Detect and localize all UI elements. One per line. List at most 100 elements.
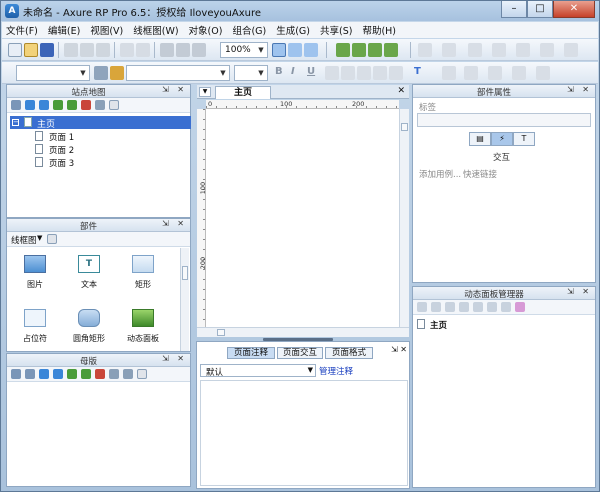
panel-controls[interactable]: ⇲ ✕ bbox=[391, 345, 407, 354]
move-up-icon[interactable] bbox=[39, 369, 49, 379]
line-color-icon[interactable] bbox=[442, 43, 456, 57]
menu-file[interactable]: 文件(F) bbox=[6, 23, 38, 37]
menu-edit[interactable]: 编辑(E) bbox=[48, 23, 80, 37]
chevron-down-icon[interactable]: ▼ bbox=[37, 234, 42, 242]
line-style-icon[interactable] bbox=[492, 43, 506, 57]
panel-controls[interactable]: ⇲ ✕ bbox=[162, 85, 187, 94]
tab-page-notes[interactable]: 页面注释 bbox=[227, 347, 275, 359]
align-right-icon[interactable] bbox=[357, 66, 371, 80]
open-folder-icon[interactable] bbox=[24, 43, 38, 57]
panel-controls[interactable]: ⇲ ✕ bbox=[567, 85, 592, 94]
minimize-button[interactable]: – bbox=[501, 1, 527, 18]
distribute-icon[interactable] bbox=[192, 43, 206, 57]
manage-notes-link[interactable]: 管理注释 bbox=[319, 365, 353, 377]
connector-mode-icon[interactable] bbox=[288, 43, 302, 57]
font-family-select[interactable]: ▼ bbox=[126, 65, 230, 81]
zoom-select[interactable]: 100% ▼ bbox=[220, 42, 268, 58]
padding-icon[interactable] bbox=[512, 66, 526, 80]
new-file-icon[interactable] bbox=[8, 43, 22, 57]
align-center-icon[interactable] bbox=[341, 66, 355, 80]
tree-root-home[interactable]: − 主页 bbox=[10, 116, 191, 130]
menu-help[interactable]: 帮助(H) bbox=[362, 23, 396, 37]
font-size-select[interactable]: ▼ bbox=[234, 65, 268, 81]
canvas-vertical-scrollbar[interactable] bbox=[399, 109, 409, 327]
tab-page-interactions[interactable]: 页面交互 bbox=[277, 347, 323, 359]
label-input[interactable] bbox=[417, 113, 591, 127]
close-button[interactable]: ✕ bbox=[553, 1, 595, 18]
font-color-button[interactable]: T bbox=[414, 66, 421, 77]
widget-rectangle[interactable]: 矩形 bbox=[117, 255, 169, 290]
more-tools-icon[interactable] bbox=[564, 43, 578, 57]
page-props-icon[interactable] bbox=[95, 100, 105, 110]
duplicate-icon[interactable] bbox=[445, 302, 455, 312]
route-icon[interactable] bbox=[304, 43, 318, 57]
add-page-icon[interactable] bbox=[11, 100, 21, 110]
search-icon[interactable] bbox=[137, 369, 147, 379]
bullet-icon[interactable] bbox=[373, 66, 387, 80]
add-case-link[interactable]: 添加用例... bbox=[419, 168, 461, 180]
format-tab-icon[interactable]: T bbox=[513, 132, 535, 146]
indent-icon[interactable] bbox=[53, 100, 63, 110]
notes-text-area[interactable] bbox=[200, 380, 408, 486]
panel-controls[interactable]: ⇲ ✕ bbox=[162, 354, 187, 363]
underline-button[interactable]: U bbox=[307, 66, 315, 77]
edit-icon[interactable] bbox=[501, 302, 511, 312]
widget-library-select[interactable]: 线框图 bbox=[11, 234, 37, 246]
tab-list-icon[interactable]: ▼ bbox=[199, 87, 211, 97]
select-mode-icon[interactable] bbox=[272, 43, 286, 57]
add-state-icon[interactable] bbox=[431, 302, 441, 312]
style-select[interactable]: ▼ bbox=[16, 65, 90, 81]
move-down-icon[interactable] bbox=[53, 369, 63, 379]
outdent-icon[interactable] bbox=[81, 369, 91, 379]
menu-object[interactable]: 对象(O) bbox=[189, 23, 223, 37]
text-top-icon[interactable] bbox=[442, 66, 456, 80]
save-icon[interactable] bbox=[40, 43, 54, 57]
text-middle-icon[interactable] bbox=[464, 66, 478, 80]
arrange-icon[interactable] bbox=[160, 43, 174, 57]
align-left-icon[interactable] bbox=[325, 66, 339, 80]
cut-icon[interactable] bbox=[64, 43, 78, 57]
visibility-icon[interactable] bbox=[536, 66, 550, 80]
indent-icon[interactable] bbox=[67, 369, 77, 379]
order-icon[interactable] bbox=[176, 43, 190, 57]
fill-color-icon[interactable] bbox=[418, 43, 432, 57]
add-panel-icon[interactable] bbox=[417, 302, 427, 312]
menu-share[interactable]: 共享(S) bbox=[320, 23, 352, 37]
annotation-tab-icon[interactable]: ▤ bbox=[469, 132, 491, 146]
collapse-icon[interactable]: − bbox=[12, 119, 19, 126]
add-master-icon[interactable] bbox=[11, 369, 21, 379]
outdent-icon[interactable] bbox=[67, 100, 77, 110]
move-up-icon[interactable] bbox=[25, 100, 35, 110]
bold-button[interactable]: B bbox=[275, 66, 283, 77]
front-icon[interactable] bbox=[368, 43, 382, 57]
master-props-icon[interactable] bbox=[109, 369, 119, 379]
ungroup-icon[interactable] bbox=[352, 43, 366, 57]
quick-link[interactable]: 快速链接 bbox=[463, 168, 497, 180]
widget-rounded-rectangle[interactable]: 圆角矩形 bbox=[63, 309, 115, 344]
paste-icon[interactable] bbox=[96, 43, 110, 57]
italic-button[interactable]: I bbox=[291, 66, 295, 77]
tab-page-format[interactable]: 页面格式 bbox=[325, 347, 373, 359]
shadow-icon[interactable] bbox=[540, 43, 554, 57]
redo-icon[interactable] bbox=[136, 43, 150, 57]
widget-dynamic-panel[interactable]: 动态面板 bbox=[117, 309, 169, 344]
move-down-icon[interactable] bbox=[39, 100, 49, 110]
widgets-scrollbar[interactable] bbox=[180, 248, 189, 351]
panel-controls[interactable]: ⇲ ✕ bbox=[162, 219, 187, 228]
usage-report-icon[interactable] bbox=[123, 369, 133, 379]
search-icon[interactable] bbox=[109, 100, 119, 110]
panel-controls[interactable]: ⇲ ✕ bbox=[567, 287, 592, 296]
move-down-icon[interactable] bbox=[473, 302, 483, 312]
add-folder-icon[interactable] bbox=[25, 369, 35, 379]
move-up-icon[interactable] bbox=[459, 302, 469, 312]
widget-text[interactable]: T 文本 bbox=[63, 255, 115, 290]
widget-image[interactable]: 图片 bbox=[9, 255, 61, 290]
delete-master-icon[interactable] bbox=[95, 369, 105, 379]
delete-icon[interactable] bbox=[487, 302, 497, 312]
delete-page-icon[interactable] bbox=[81, 100, 91, 110]
link-icon[interactable] bbox=[389, 66, 403, 80]
brush-icon[interactable] bbox=[110, 66, 124, 80]
notes-select[interactable]: 默认 ▼ bbox=[200, 364, 316, 378]
back-icon[interactable] bbox=[384, 43, 398, 57]
menu-group[interactable]: 组合(G) bbox=[232, 23, 266, 37]
